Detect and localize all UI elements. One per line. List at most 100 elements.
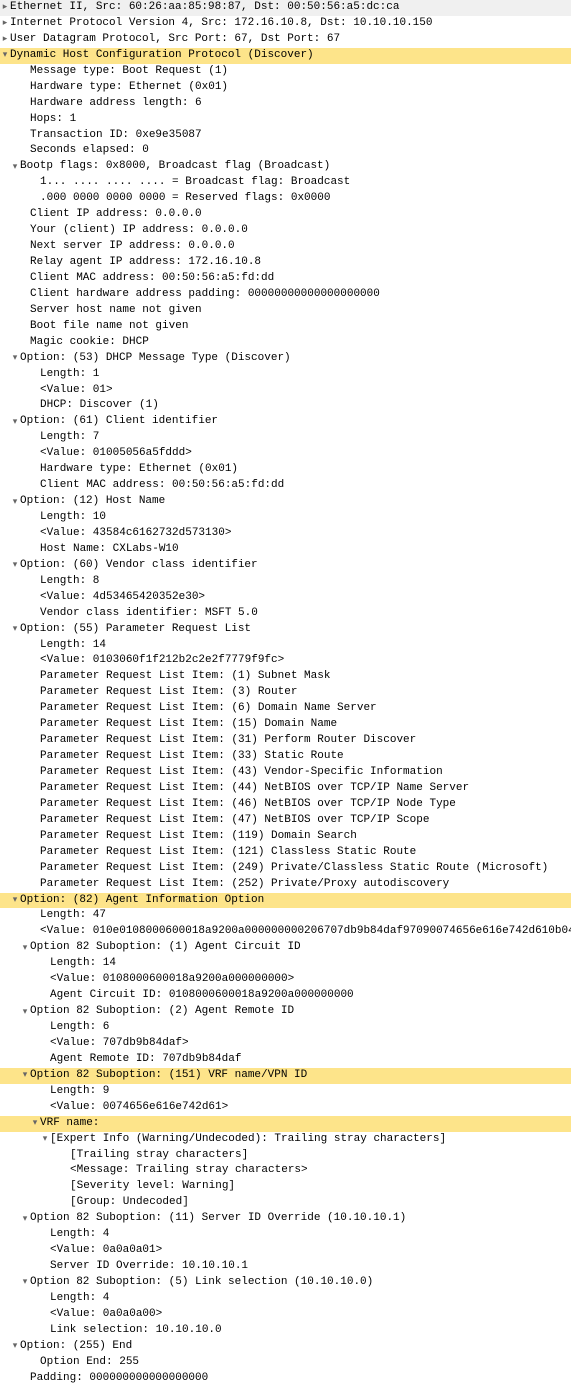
row-text: <Value: 43584c6162732d573130> bbox=[40, 526, 231, 542]
tree-row: [Severity level: Warning] bbox=[0, 1179, 571, 1195]
collapse-icon[interactable]: ▾ bbox=[10, 623, 20, 636]
row-text: <Message: Trailing stray characters> bbox=[70, 1163, 308, 1179]
row-text: Parameter Request List Item: (44) NetBIO… bbox=[40, 781, 469, 797]
tree-row[interactable]: ▾Bootp flags: 0x8000, Broadcast flag (Br… bbox=[0, 159, 571, 175]
tree-row[interactable]: ▾Option 82 Suboption: (1) Agent Circuit … bbox=[0, 940, 571, 956]
tree-row: Parameter Request List Item: (43) Vendor… bbox=[0, 765, 571, 781]
row-text: Length: 4 bbox=[50, 1291, 109, 1307]
tree-row[interactable]: ▾Option: (255) End bbox=[0, 1339, 571, 1355]
collapse-icon[interactable]: ▾ bbox=[10, 416, 20, 429]
tree-row: Hardware type: Ethernet (0x01) bbox=[0, 80, 571, 96]
collapse-icon[interactable]: ▾ bbox=[0, 49, 10, 62]
tree-row: Length: 10 bbox=[0, 510, 571, 526]
tree-row: Parameter Request List Item: (15) Domain… bbox=[0, 717, 571, 733]
collapse-icon[interactable]: ▾ bbox=[10, 352, 20, 365]
tree-row: <Value: 0a0a0a00> bbox=[0, 1307, 571, 1323]
tree-row: Hardware type: Ethernet (0x01) bbox=[0, 462, 571, 478]
tree-row: Length: 47 bbox=[0, 908, 571, 924]
tree-row: <Value: 010e0108000600018a9200a000000000… bbox=[0, 924, 571, 940]
tree-row: 1... .... .... .... = Broadcast flag: Br… bbox=[0, 175, 571, 191]
collapse-icon[interactable]: ▾ bbox=[20, 1006, 30, 1019]
collapse-icon[interactable]: ▾ bbox=[30, 1117, 40, 1130]
expand-icon[interactable]: ▸ bbox=[0, 1, 10, 14]
row-text: Option 82 Suboption: (2) Agent Remote ID bbox=[30, 1004, 294, 1020]
tree-row: Vendor class identifier: MSFT 5.0 bbox=[0, 606, 571, 622]
tree-row[interactable]: ▾Option: (60) Vendor class identifier bbox=[0, 558, 571, 574]
row-text: Option: (12) Host Name bbox=[20, 494, 165, 510]
tree-row[interactable]: ▸Ethernet II, Src: 60:26:aa:85:98:87, Ds… bbox=[0, 0, 571, 16]
tree-row[interactable]: ▸User Datagram Protocol, Src Port: 67, D… bbox=[0, 32, 571, 48]
row-text: Option 82 Suboption: (1) Agent Circuit I… bbox=[30, 940, 301, 956]
tree-row: Parameter Request List Item: (33) Static… bbox=[0, 749, 571, 765]
row-text: <Value: 01> bbox=[40, 383, 113, 399]
tree-row[interactable]: ▾Option: (55) Parameter Request List bbox=[0, 622, 571, 638]
tree-row[interactable]: ▾Option 82 Suboption: (11) Server ID Ove… bbox=[0, 1211, 571, 1227]
tree-row: Boot file name not given bbox=[0, 319, 571, 335]
tree-row: Parameter Request List Item: (249) Priva… bbox=[0, 861, 571, 877]
tree-row[interactable]: ▾Option 82 Suboption: (151) VRF name/VPN… bbox=[0, 1068, 571, 1084]
row-text: Length: 6 bbox=[50, 1020, 109, 1036]
collapse-icon[interactable]: ▾ bbox=[10, 559, 20, 572]
tree-row[interactable]: ▾Option: (61) Client identifier bbox=[0, 414, 571, 430]
row-text: Length: 1 bbox=[40, 367, 99, 383]
row-text: <Value: 0a0a0a01> bbox=[50, 1243, 162, 1259]
row-text: Seconds elapsed: 0 bbox=[30, 143, 149, 159]
row-text: Server host name not given bbox=[30, 303, 202, 319]
tree-row: Parameter Request List Item: (46) NetBIO… bbox=[0, 797, 571, 813]
row-text: Parameter Request List Item: (3) Router bbox=[40, 685, 297, 701]
tree-row: Host Name: CXLabs-W10 bbox=[0, 542, 571, 558]
tree-row: DHCP: Discover (1) bbox=[0, 398, 571, 414]
tree-row[interactable]: ▸Internet Protocol Version 4, Src: 172.1… bbox=[0, 16, 571, 32]
collapse-icon[interactable]: ▾ bbox=[40, 1133, 50, 1146]
row-text: Message type: Boot Request (1) bbox=[30, 64, 228, 80]
tree-row: Padding: 000000000000000000 bbox=[0, 1371, 571, 1387]
row-text: Option 82 Suboption: (151) VRF name/VPN … bbox=[30, 1068, 307, 1084]
tree-row[interactable]: ▾Option 82 Suboption: (5) Link selection… bbox=[0, 1275, 571, 1291]
collapse-icon[interactable]: ▾ bbox=[20, 942, 30, 955]
row-text: <Value: 01005056a5fddd> bbox=[40, 446, 192, 462]
tree-row: Length: 14 bbox=[0, 638, 571, 654]
tree-row: <Message: Trailing stray characters> bbox=[0, 1163, 571, 1179]
tree-row[interactable]: ▾VRF name: bbox=[0, 1116, 571, 1132]
row-text: Link selection: 10.10.10.0 bbox=[50, 1323, 222, 1339]
tree-row: <Value: 43584c6162732d573130> bbox=[0, 526, 571, 542]
tree-row: Parameter Request List Item: (47) NetBIO… bbox=[0, 813, 571, 829]
tree-row[interactable]: ▾Option: (82) Agent Information Option bbox=[0, 893, 571, 909]
row-text: Agent Remote ID: 707db9b84daf bbox=[50, 1052, 241, 1068]
row-text: Length: 14 bbox=[50, 956, 116, 972]
tree-row: Parameter Request List Item: (119) Domai… bbox=[0, 829, 571, 845]
row-text: Parameter Request List Item: (6) Domain … bbox=[40, 701, 377, 717]
collapse-icon[interactable]: ▾ bbox=[10, 496, 20, 509]
collapse-icon[interactable]: ▾ bbox=[20, 1213, 30, 1226]
collapse-icon[interactable]: ▾ bbox=[10, 1340, 20, 1353]
tree-row[interactable]: ▾[Expert Info (Warning/Undecoded): Trail… bbox=[0, 1132, 571, 1148]
tree-row: Parameter Request List Item: (252) Priva… bbox=[0, 877, 571, 893]
tree-row[interactable]: ▾Option: (12) Host Name bbox=[0, 494, 571, 510]
row-text: Hardware type: Ethernet (0x01) bbox=[30, 80, 228, 96]
tree-row[interactable]: ▾Option 82 Suboption: (2) Agent Remote I… bbox=[0, 1004, 571, 1020]
tree-row[interactable]: ▾Option: (53) DHCP Message Type (Discove… bbox=[0, 351, 571, 367]
row-text: Relay agent IP address: 172.16.10.8 bbox=[30, 255, 261, 271]
row-text: [Expert Info (Warning/Undecoded): Traili… bbox=[50, 1132, 446, 1148]
row-text: Ethernet II, Src: 60:26:aa:85:98:87, Dst… bbox=[10, 0, 399, 16]
collapse-icon[interactable]: ▾ bbox=[10, 161, 20, 174]
collapse-icon[interactable]: ▾ bbox=[20, 1069, 30, 1082]
tree-row: <Value: 01> bbox=[0, 383, 571, 399]
collapse-icon[interactable]: ▾ bbox=[10, 894, 20, 907]
row-text: .000 0000 0000 0000 = Reserved flags: 0x… bbox=[40, 191, 330, 207]
row-text: Client hardware address padding: 0000000… bbox=[30, 287, 380, 303]
row-text: Length: 9 bbox=[50, 1084, 109, 1100]
tree-row: [Group: Undecoded] bbox=[0, 1195, 571, 1211]
row-text: Option: (255) End bbox=[20, 1339, 132, 1355]
tree-row: Length: 1 bbox=[0, 367, 571, 383]
row-text: <Value: 010e0108000600018a9200a000000000… bbox=[40, 924, 571, 940]
row-text: Your (client) IP address: 0.0.0.0 bbox=[30, 223, 248, 239]
expand-icon[interactable]: ▸ bbox=[0, 33, 10, 46]
expand-icon[interactable]: ▸ bbox=[0, 17, 10, 30]
row-text: Parameter Request List Item: (47) NetBIO… bbox=[40, 813, 429, 829]
collapse-icon[interactable]: ▾ bbox=[20, 1276, 30, 1289]
row-text: [Severity level: Warning] bbox=[70, 1179, 235, 1195]
tree-row[interactable]: ▾Dynamic Host Configuration Protocol (Di… bbox=[0, 48, 571, 64]
row-text: Agent Circuit ID: 0108000600018a9200a000… bbox=[50, 988, 354, 1004]
row-text: <Value: 0103060f1f212b2c2e2f7779f9fc> bbox=[40, 653, 284, 669]
